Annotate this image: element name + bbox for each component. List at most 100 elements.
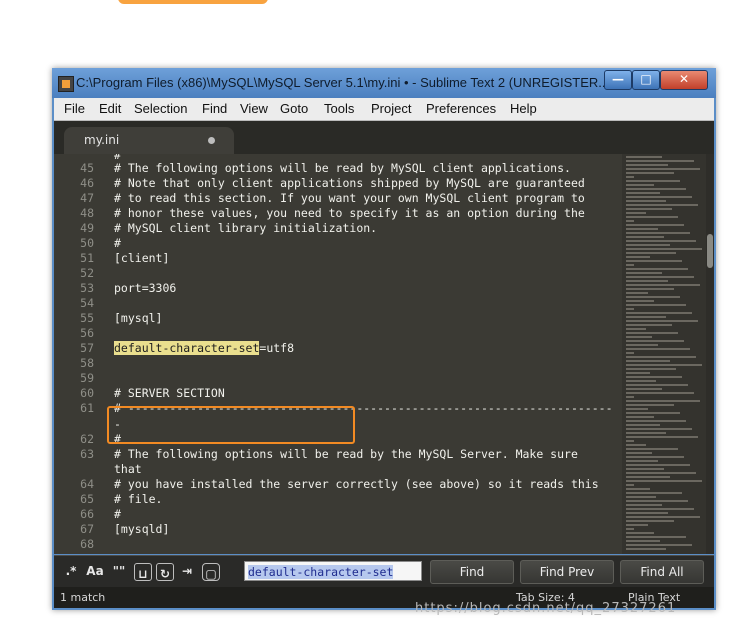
code-line[interactable]: 51 [client] — [54, 251, 622, 266]
tab-bar: my.ini — [54, 121, 714, 154]
code-line[interactable]: 63 # The following options will be read b… — [54, 447, 622, 462]
minimap-line — [626, 284, 700, 286]
minimap-line — [626, 436, 698, 438]
code-line[interactable]: that — [54, 462, 622, 477]
minimap-line — [626, 408, 648, 410]
line-number: 60 — [80, 386, 94, 400]
line-number: 56 — [80, 326, 94, 340]
find-query-text: default-character-set — [248, 565, 394, 579]
minimap-line — [626, 276, 694, 278]
minimap-line — [626, 432, 666, 434]
menu-tools[interactable]: Tools — [324, 101, 354, 116]
case-sensitive-toggle[interactable]: Aa — [84, 561, 106, 581]
line-number: 59 — [80, 371, 94, 385]
code-line[interactable]: 56 — [54, 326, 622, 341]
minimap-line — [626, 544, 692, 546]
minimize-button[interactable]: — — [604, 70, 632, 90]
code-line[interactable]: 64 # you have installed the server correc… — [54, 477, 622, 492]
code-editor[interactable]: #45 # The following options will be read … — [54, 154, 714, 554]
line-number: 53 — [80, 281, 94, 295]
code-line[interactable]: 53 port=3306 — [54, 281, 622, 296]
maximize-button[interactable]: □ — [632, 70, 660, 90]
minimap-line — [626, 340, 684, 342]
annotation-highlight-box — [107, 406, 355, 444]
minimap-line — [626, 448, 678, 450]
code-line[interactable]: 60 # SERVER SECTION — [54, 386, 622, 401]
menu-goto[interactable]: Goto — [280, 101, 308, 116]
minimap-line — [626, 456, 684, 458]
minimap-line — [626, 460, 658, 462]
minimap-line — [626, 508, 694, 510]
line-number: 64 — [80, 477, 94, 491]
code-line[interactable]: 46 # Note that only client applications s… — [54, 176, 622, 191]
menu-file[interactable]: File — [64, 101, 85, 116]
modified-dot-icon[interactable] — [208, 137, 215, 144]
code-line[interactable]: 48 # honor these values, you need to spec… — [54, 206, 622, 221]
code-line[interactable]: 54 — [54, 296, 622, 311]
minimap[interactable] — [622, 154, 706, 554]
line-text: [mysql] — [114, 311, 163, 325]
code-line[interactable]: 50 # — [54, 236, 622, 251]
menu-find[interactable]: Find — [202, 101, 227, 116]
vertical-scrollbar[interactable] — [706, 154, 714, 554]
minimap-line — [626, 332, 678, 334]
minimap-line — [626, 236, 664, 238]
menu-project[interactable]: Project — [371, 101, 411, 116]
close-button[interactable]: ✕ — [660, 70, 708, 90]
code-line[interactable]: 57 default-character-set=utf8 — [54, 341, 622, 356]
code-line[interactable]: 66 # — [54, 507, 622, 522]
menu-selection[interactable]: Selection — [134, 101, 187, 116]
minimap-line — [626, 524, 648, 526]
code-line[interactable]: 55 [mysql] — [54, 311, 622, 326]
minimap-line — [626, 248, 702, 250]
minimap-line — [626, 352, 634, 354]
menu-view[interactable]: View — [240, 101, 268, 116]
code-line[interactable]: 58 — [54, 356, 622, 371]
highlight-matches-icon[interactable]: ⇥ — [178, 561, 196, 581]
minimap-line — [626, 504, 662, 506]
line-text: # The following options will be read by … — [114, 161, 571, 175]
minimap-line — [626, 404, 674, 406]
code-line[interactable]: 45 # The following options will be read b… — [54, 161, 622, 176]
whole-word-toggle[interactable]: "" — [110, 561, 128, 581]
code-line[interactable]: 65 # file. — [54, 492, 622, 507]
find-button[interactable]: Find — [430, 560, 514, 584]
show-context-icon[interactable]: ▢ — [202, 563, 220, 581]
code-line[interactable]: 52 — [54, 266, 622, 281]
find-all-button[interactable]: Find All — [620, 560, 704, 584]
find-input[interactable]: default-character-set — [244, 561, 422, 581]
find-panel: .* Aa "" ⊔ ↻ ⇥ ▢ default-character-set F… — [54, 555, 714, 587]
minimap-line — [626, 156, 662, 158]
search-match-highlight: default-character-set — [114, 341, 260, 355]
code-line[interactable]: 47 # to read this section. If you want yo… — [54, 191, 622, 206]
code-line[interactable]: 49 # MySQL client library initialization. — [54, 221, 622, 236]
code-line[interactable]: 68 — [54, 537, 622, 552]
code-line[interactable]: 67 [mysqld] — [54, 522, 622, 537]
minimap-line — [626, 492, 682, 494]
tab-my-ini[interactable]: my.ini — [64, 127, 234, 154]
line-text: # honor these values, you need to specif… — [114, 206, 585, 220]
menu-edit[interactable]: Edit — [99, 101, 121, 116]
scroll-thumb[interactable] — [707, 234, 713, 268]
regex-toggle[interactable]: .* — [62, 561, 80, 581]
minimap-line — [626, 196, 692, 198]
minimap-line — [626, 516, 700, 518]
minimap-line — [626, 484, 634, 486]
line-text: # to read this section. If you want your… — [114, 191, 585, 205]
minimap-line — [626, 388, 662, 390]
title-bar[interactable]: C:\Program Files (x86)\MySQL\MySQL Serve… — [52, 68, 716, 98]
minimap-line — [626, 252, 676, 254]
in-selection-icon[interactable]: ⊔ — [134, 563, 152, 581]
minimap-line — [626, 240, 696, 242]
wrap-icon[interactable]: ↻ — [156, 563, 174, 581]
minimap-line — [626, 164, 668, 166]
menu-preferences[interactable]: Preferences — [426, 101, 496, 116]
minimap-line — [626, 336, 652, 338]
find-prev-button[interactable]: Find Prev — [520, 560, 614, 584]
menu-help[interactable]: Help — [510, 101, 537, 116]
minimap-line — [626, 212, 646, 214]
code-line[interactable]: 59 — [54, 371, 622, 386]
minimap-line — [626, 532, 654, 534]
minimap-line — [626, 200, 666, 202]
minimap-line — [626, 176, 634, 178]
